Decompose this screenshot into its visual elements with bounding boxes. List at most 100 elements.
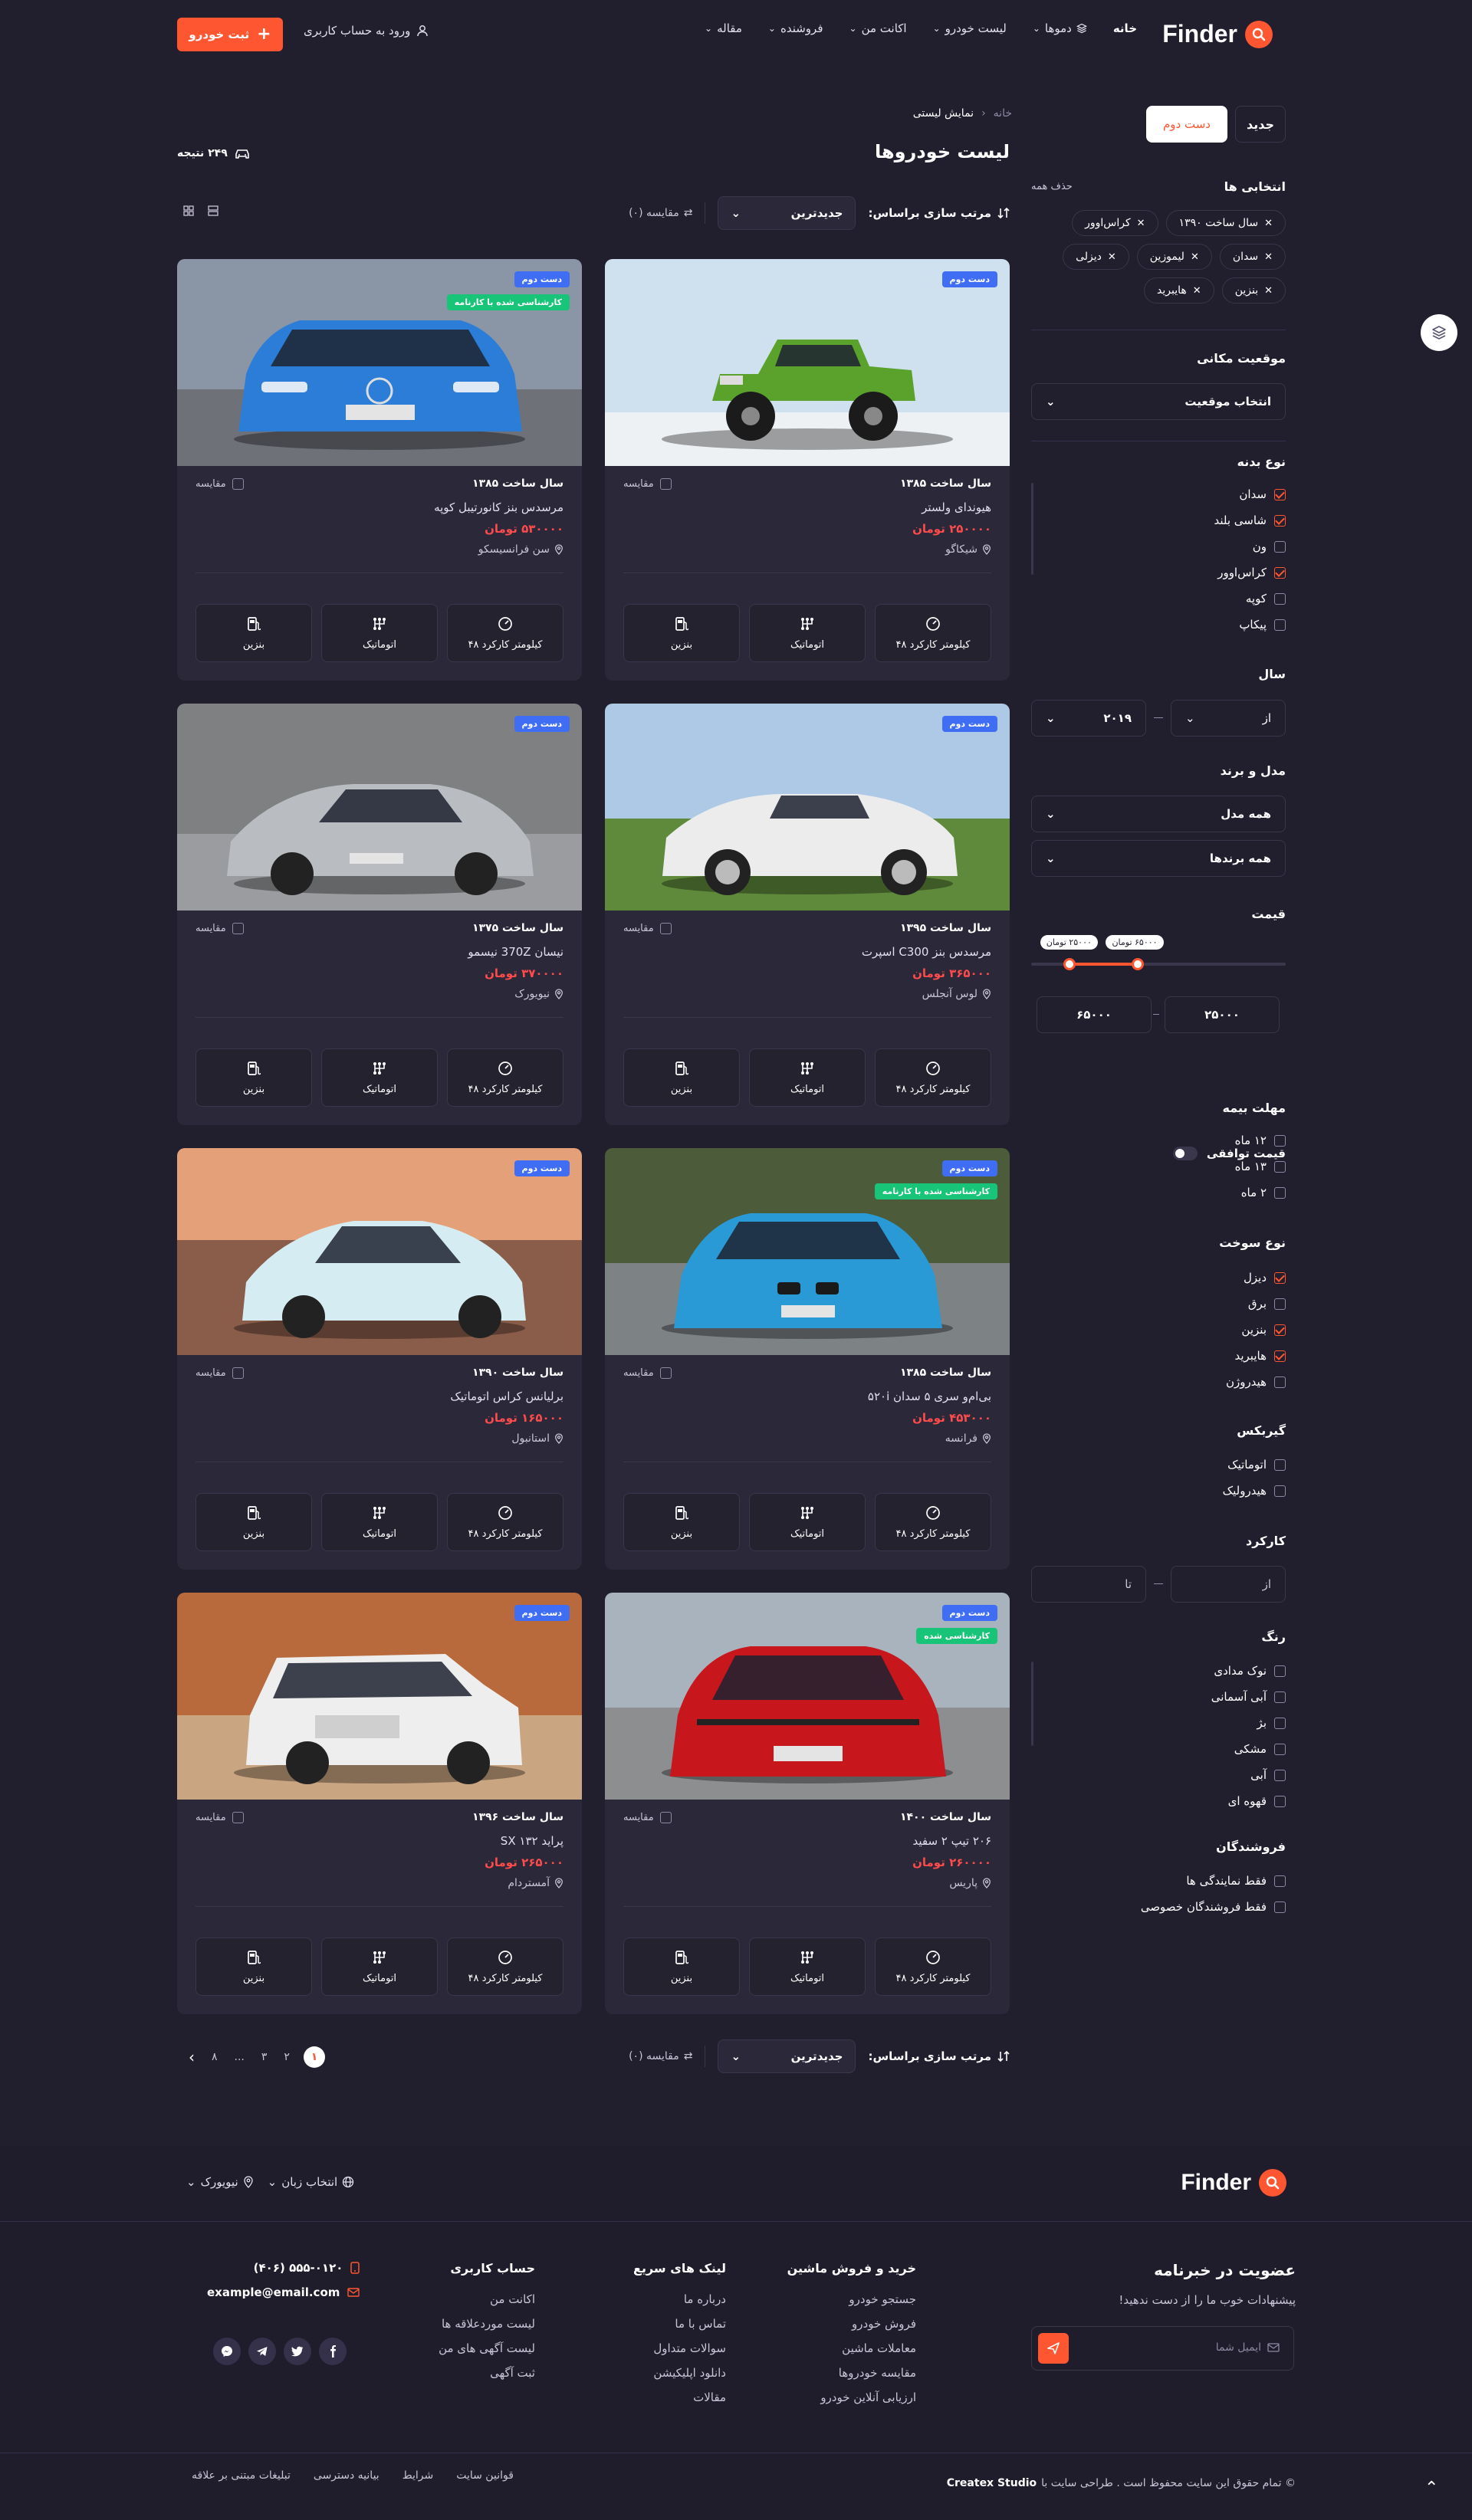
footer-link[interactable]: دانلود اپلیکیشن xyxy=(633,2366,726,2380)
price-slider[interactable]: ۲۵۰۰۰ تومان ۶۵۰۰۰ تومان xyxy=(1031,935,1286,981)
compare-checkbox[interactable]: مقایسه xyxy=(623,477,672,490)
close-icon[interactable]: ✕ xyxy=(1191,251,1199,263)
car-card[interactable]: دست دوم سال ساخت ۱۳۹۶ مقایسه پراید ۱۳۲ SX ۲۶… xyxy=(177,1593,582,2014)
checkbox-row[interactable]: بژ xyxy=(1211,1710,1286,1736)
filter-chip[interactable]: ✕ کراس‌اوور xyxy=(1072,210,1158,236)
model-select[interactable]: همه مدل ⌄ xyxy=(1031,796,1286,832)
language-select[interactable]: انتخاب زبان ⌄ xyxy=(268,2175,355,2189)
checkbox[interactable] xyxy=(1274,1186,1286,1199)
compare-link[interactable]: ⇄ مقایسه (۰) xyxy=(629,2050,692,2062)
scrollbar[interactable] xyxy=(1031,483,1033,575)
checkbox[interactable] xyxy=(659,922,672,934)
page-current[interactable]: ۱ xyxy=(303,2046,325,2068)
checkbox[interactable] xyxy=(1274,1271,1286,1284)
compare-checkbox[interactable]: مقایسه xyxy=(623,922,672,934)
footer-link[interactable]: معاملات ماشین xyxy=(787,2341,916,2355)
compare-checkbox[interactable]: مقایسه xyxy=(623,1367,672,1379)
negotiable-toggle[interactable] xyxy=(1172,1147,1198,1160)
checkbox-row[interactable]: ون xyxy=(1214,533,1286,559)
add-car-button[interactable]: + ثبت خودرو xyxy=(177,18,283,51)
car-name[interactable]: بی‌ام‌و سری ۵ سدان ۵۲۰i xyxy=(623,1390,991,1403)
compare-checkbox[interactable]: مقایسه xyxy=(196,477,244,490)
checkbox[interactable] xyxy=(1274,1795,1286,1807)
layers-float-button[interactable] xyxy=(1421,314,1457,351)
checkbox[interactable] xyxy=(1274,566,1286,579)
filter-chip[interactable]: ✕ دیزلی xyxy=(1063,244,1129,270)
checkbox-row[interactable]: هایبرید xyxy=(1226,1343,1286,1369)
checkbox-row[interactable]: پیکاپ xyxy=(1214,612,1286,638)
checkbox-row[interactable]: قهوه ای xyxy=(1211,1788,1286,1814)
car-card[interactable]: دست دوم کارشناسی شده با کارنامه سال ساخت ۱… xyxy=(605,1148,1010,1570)
nav-item[interactable]: اکانت من ⌄ xyxy=(849,21,907,35)
footer-link[interactable]: ثبت آگهی xyxy=(439,2366,535,2380)
checkbox[interactable] xyxy=(1274,1717,1286,1729)
car-photo[interactable]: دست دوم xyxy=(177,1593,582,1800)
car-name[interactable]: برلیانس کراس اتوماتیک xyxy=(196,1390,564,1403)
messenger-icon[interactable] xyxy=(213,2338,241,2365)
checkbox[interactable] xyxy=(232,922,244,934)
clear-all-link[interactable]: حذف همه xyxy=(1031,181,1073,192)
checkbox-row[interactable]: آبی آسمانی xyxy=(1211,1684,1286,1710)
grid-view-icon[interactable] xyxy=(183,205,194,216)
checkbox[interactable] xyxy=(1274,1485,1286,1497)
checkbox[interactable] xyxy=(1274,1665,1286,1677)
checkbox-row[interactable]: فقط نمایندگی ها xyxy=(1141,1868,1286,1894)
checkbox-row[interactable]: ۲ ماه xyxy=(1235,1180,1286,1206)
footer-link[interactable]: تماس با ما xyxy=(633,2317,726,2331)
car-photo[interactable]: دست دوم کارشناسی شده xyxy=(605,1593,1010,1800)
next-page-chevron-icon[interactable]: › xyxy=(186,2048,198,2066)
checkbox[interactable] xyxy=(232,477,244,490)
footer-link[interactable]: فروش خودرو xyxy=(787,2317,916,2331)
checkbox[interactable] xyxy=(659,477,672,490)
compare-link[interactable]: ⇄ مقایسه (۰) xyxy=(629,207,692,219)
checkbox[interactable] xyxy=(1274,1298,1286,1310)
car-name[interactable]: ۲۰۶ تیپ ۲ سفید xyxy=(623,1834,991,1848)
checkbox-row[interactable]: کوپه xyxy=(1214,586,1286,612)
checkbox[interactable] xyxy=(232,1811,244,1823)
facebook-icon[interactable] xyxy=(319,2338,347,2365)
car-name[interactable]: نیسان 370Z نیسمو xyxy=(196,945,564,959)
checkbox[interactable] xyxy=(659,1367,672,1379)
checkbox-row[interactable]: نوک مدادی xyxy=(1211,1658,1286,1684)
checkbox-row[interactable]: فقط فروشندگان خصوصی xyxy=(1141,1894,1286,1920)
sort-select[interactable]: جدیدترین ⌄ xyxy=(718,196,856,230)
checkbox[interactable] xyxy=(1274,1376,1286,1388)
checkbox[interactable] xyxy=(1274,488,1286,500)
close-icon[interactable]: ✕ xyxy=(1264,285,1273,297)
email-input[interactable]: ایمیل شما xyxy=(1216,2341,1280,2354)
car-photo[interactable]: دست دوم کارشناسی شده با کارنامه xyxy=(177,259,582,466)
footer-logo[interactable]: Finder xyxy=(1181,2169,1286,2197)
footer-link[interactable]: لیست آگهی های من xyxy=(439,2341,535,2355)
close-icon[interactable]: ✕ xyxy=(1264,218,1273,229)
price-min-input[interactable]: ۲۵۰۰۰ xyxy=(1165,996,1280,1033)
close-icon[interactable]: ✕ xyxy=(1193,285,1201,297)
phone-row[interactable]: (۴۰۶) ۵۵۵-۰۱۲۰ xyxy=(207,2261,360,2275)
scroll-top-chevron-icon[interactable]: ⌃ xyxy=(1424,2479,1438,2498)
checkbox-row[interactable]: آبی xyxy=(1211,1762,1286,1788)
checkbox-row[interactable]: کراس‌اوور xyxy=(1214,559,1286,586)
nav-item[interactable]: مقاله ⌄ xyxy=(705,21,742,35)
city-select[interactable]: نیویورک ⌄ xyxy=(186,2175,254,2189)
list-view-icon[interactable] xyxy=(208,205,219,216)
brand-select[interactable]: همه برندها ⌄ xyxy=(1031,840,1286,877)
checkbox-row[interactable]: ۱۳ ماه xyxy=(1235,1153,1286,1180)
car-card[interactable]: دست دوم سال ساخت ۱۳۹۵ مقایسه مرسدس بنز C300… xyxy=(605,704,1010,1125)
location-select[interactable]: انتخاب موقعیت ⌄ xyxy=(1031,383,1286,420)
close-icon[interactable]: ✕ xyxy=(1264,251,1273,263)
price-max-input[interactable]: ۶۵۰۰۰ xyxy=(1037,996,1152,1033)
checkbox[interactable] xyxy=(1274,1901,1286,1913)
car-photo[interactable]: دست دوم xyxy=(605,259,1010,466)
checkbox-row[interactable]: اتوماتیک xyxy=(1223,1452,1286,1478)
twitter-icon[interactable] xyxy=(284,2338,311,2365)
footer-link[interactable]: لیست موردعلاقه ها xyxy=(439,2317,535,2331)
checkbox[interactable] xyxy=(1274,1350,1286,1362)
checkbox-row[interactable]: مشکی xyxy=(1211,1736,1286,1762)
telegram-icon[interactable] xyxy=(248,2338,276,2365)
slider-handle-min[interactable] xyxy=(1063,958,1076,970)
scrollbar[interactable] xyxy=(1031,1662,1033,1746)
footer-link[interactable]: سوالات متداول xyxy=(633,2341,726,2355)
page-link[interactable]: ۸ xyxy=(209,2051,221,2063)
checkbox[interactable] xyxy=(1274,540,1286,553)
checkbox-row[interactable]: هیدرولیک xyxy=(1223,1478,1286,1504)
checkbox[interactable] xyxy=(659,1811,672,1823)
